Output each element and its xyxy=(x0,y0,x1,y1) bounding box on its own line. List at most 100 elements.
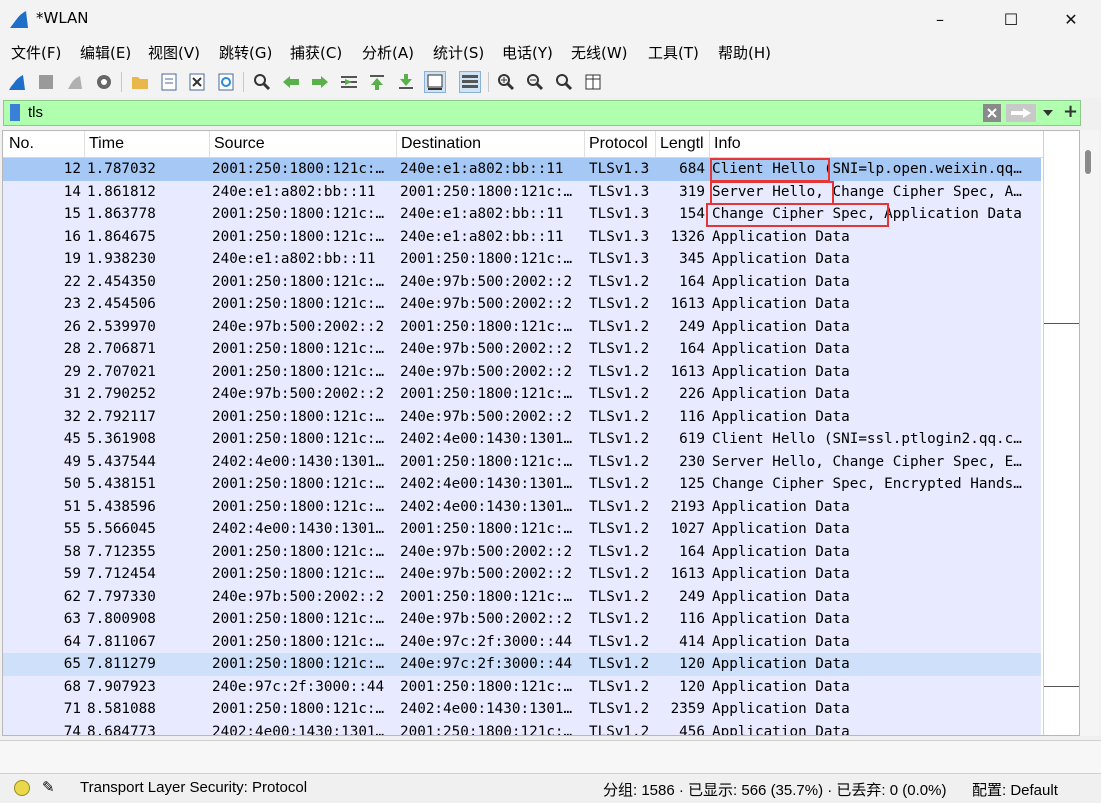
packet-cell-time: 1.863778 xyxy=(87,206,156,222)
bookmark-icon[interactable] xyxy=(10,104,20,121)
colorize-icon[interactable] xyxy=(459,71,481,93)
packet-cell-info: Client Hello (SNI=lp.open.weixin.qq… xyxy=(712,161,1022,177)
open-file-icon[interactable] xyxy=(129,71,151,93)
packet-row[interactable]: 19 1.938230 240e:e1:a802:bb::11 2001:250:18… xyxy=(3,248,1041,271)
packet-cell-info: Application Data xyxy=(712,251,850,267)
packet-row[interactable]: 28 2.706871 2001:250:1800:121c:… 240e:97b:5… xyxy=(3,338,1041,361)
restart-capture-icon[interactable] xyxy=(64,71,86,93)
stop-capture-icon[interactable] xyxy=(35,71,57,93)
reload-file-icon[interactable] xyxy=(215,71,237,93)
packet-cell-time: 2.792117 xyxy=(87,408,156,425)
packet-cell-info: Application Data xyxy=(712,228,850,245)
edit-comment-icon[interactable]: ✎ xyxy=(42,778,55,796)
packet-row[interactable]: 65 7.811279 2001:250:1800:121c:… 240e:97c:2… xyxy=(3,653,1041,676)
packet-cell-src: 2402:4e00:1430:1301… xyxy=(212,521,385,537)
packet-cell-no: 62 xyxy=(63,588,81,605)
menu-analyze[interactable]: 分析(A) xyxy=(362,42,414,63)
capture-options-icon[interactable] xyxy=(93,71,115,93)
packet-cell-dst: 2402:4e00:1430:1301… xyxy=(400,701,573,717)
packet-row[interactable]: 55 5.566045 2402:4e00:1430:1301… 2001:250:1… xyxy=(3,518,1041,541)
zoom-out-icon[interactable] xyxy=(524,71,546,93)
go-to-packet-icon[interactable] xyxy=(338,71,360,93)
shark-fin-start-icon[interactable] xyxy=(6,71,28,93)
display-filter-input[interactable]: tls xyxy=(28,104,43,121)
menu-capture[interactable]: 捕获(C) xyxy=(290,42,342,63)
packet-cell-src: 2402:4e00:1430:1301… xyxy=(212,453,385,470)
packet-row[interactable]: 62 7.797330 240e:97b:500:2002::2 2001:250:1… xyxy=(3,585,1041,608)
packet-row[interactable]: 23 2.454506 2001:250:1800:121c:… 240e:97b:5… xyxy=(3,293,1041,316)
packet-row[interactable]: 59 7.712454 2001:250:1800:121c:… 240e:97b:5… xyxy=(3,563,1041,586)
menu-wireless[interactable]: 无线(W) xyxy=(571,42,628,63)
column-header-no[interactable]: No. xyxy=(9,135,34,153)
packet-cell-no: 59 xyxy=(63,566,81,582)
go-back-icon[interactable] xyxy=(280,71,302,93)
packet-cell-src: 2001:250:1800:121c:… xyxy=(212,341,385,357)
packet-cell-time: 5.438151 xyxy=(87,476,156,492)
menu-view[interactable]: 视图(V) xyxy=(148,42,200,63)
packet-row[interactable]: 45 5.361908 2001:250:1800:121c:… 2402:4e00:… xyxy=(3,428,1041,451)
close-button[interactable]: ✕ xyxy=(1048,0,1094,38)
menu-telephony[interactable]: 电话(Y) xyxy=(502,42,553,63)
column-header-protocol[interactable]: Protocol xyxy=(589,135,648,153)
packet-row[interactable]: 74 8.684773 2402:4e00:1430:1301… 2001:250:1… xyxy=(3,720,1041,735)
packet-cell-no: 65 xyxy=(63,656,81,672)
packet-overview-bar[interactable] xyxy=(1043,131,1079,735)
add-filter-button-icon[interactable]: + xyxy=(1063,101,1078,122)
save-file-icon[interactable] xyxy=(158,71,180,93)
packet-row[interactable]: 26 2.539970 240e:97b:500:2002::2 2001:250:1… xyxy=(3,315,1041,338)
menu-edit[interactable]: 编辑(E) xyxy=(80,42,131,63)
packet-cell-proto: TLSv1.2 xyxy=(589,633,650,650)
packet-row[interactable]: 32 2.792117 2001:250:1800:121c:… 240e:97b:5… xyxy=(3,405,1041,428)
packet-row[interactable]: 49 5.437544 2402:4e00:1430:1301… 2001:250:1… xyxy=(3,450,1041,473)
packet-cell-dst: 240e:97b:500:2002::2 xyxy=(400,273,573,290)
packet-row[interactable]: 29 2.707021 2001:250:1800:121c:… 240e:97b:5… xyxy=(3,360,1041,383)
filter-dropdown-icon[interactable] xyxy=(1040,104,1056,122)
close-file-icon[interactable] xyxy=(186,71,208,93)
status-profile[interactable]: 配置: Default xyxy=(972,779,1058,800)
resize-columns-icon[interactable] xyxy=(582,71,604,93)
column-header-info[interactable]: Info xyxy=(714,135,741,153)
packet-detail-pane[interactable] xyxy=(0,740,1101,773)
packet-cell-src: 2001:250:1800:121c:… xyxy=(212,498,385,515)
apply-filter-icon[interactable] xyxy=(1006,104,1036,122)
packet-row[interactable]: 16 1.864675 2001:250:1800:121c:… 240e:e1:a8… xyxy=(3,225,1041,248)
menu-help[interactable]: 帮助(H) xyxy=(718,42,771,63)
close-icon: ✕ xyxy=(1064,9,1078,29)
maximize-button[interactable]: ☐ xyxy=(988,0,1034,38)
column-header-length[interactable]: Lengtl xyxy=(660,135,704,153)
scrollbar-thumb[interactable] xyxy=(1085,150,1091,174)
menu-file[interactable]: 文件(F) xyxy=(11,42,61,63)
zoom-in-icon[interactable] xyxy=(495,71,517,93)
expert-info-icon[interactable] xyxy=(14,780,30,796)
minimize-button[interactable]: – xyxy=(917,0,963,38)
normal-size-icon[interactable] xyxy=(553,71,575,93)
packet-row[interactable]: 58 7.712355 2001:250:1800:121c:… 240e:97b:5… xyxy=(3,540,1041,563)
packet-cell-no: 45 xyxy=(63,431,81,447)
packet-row[interactable]: 71 8.581088 2001:250:1800:121c:… 2402:4e00:… xyxy=(3,698,1041,721)
packet-row[interactable]: 51 5.438596 2001:250:1800:121c:… 2402:4e00:… xyxy=(3,495,1041,518)
clear-filter-icon[interactable] xyxy=(983,104,1001,122)
packet-row[interactable]: 50 5.438151 2001:250:1800:121c:… 2402:4e00:… xyxy=(3,473,1041,496)
column-header-destination[interactable]: Destination xyxy=(401,135,481,153)
menu-tools[interactable]: 工具(T) xyxy=(648,42,699,63)
packet-row[interactable]: 63 7.800908 2001:250:1800:121c:… 240e:97b:5… xyxy=(3,608,1041,631)
menu-go[interactable]: 跳转(G) xyxy=(219,42,272,63)
packet-row[interactable]: 15 1.863778 2001:250:1800:121c:… 240e:e1:a8… xyxy=(3,203,1041,226)
packet-row[interactable]: 31 2.790252 240e:97b:500:2002::2 2001:250:1… xyxy=(3,383,1041,406)
packet-row[interactable]: 12 1.787032 2001:250:1800:121c:… 240e:e1:a8… xyxy=(3,158,1041,181)
go-last-packet-icon[interactable] xyxy=(395,71,417,93)
packet-row[interactable]: 14 1.861812 240e:e1:a802:bb::11 2001:250:18… xyxy=(3,180,1041,203)
packet-cell-len: 120 xyxy=(679,656,705,672)
column-header-time[interactable]: Time xyxy=(89,135,124,153)
column-header-source[interactable]: Source xyxy=(214,135,265,153)
packet-row[interactable]: 22 2.454350 2001:250:1800:121c:… 240e:97b:5… xyxy=(3,270,1041,293)
packet-list-scrollbar[interactable] xyxy=(1080,130,1100,736)
go-first-packet-icon[interactable] xyxy=(366,71,388,93)
packet-row[interactable]: 68 7.907923 240e:97c:2f:3000::44 2001:250:1… xyxy=(3,675,1041,698)
display-filter-bar[interactable]: tls xyxy=(3,100,1081,126)
find-packet-icon[interactable] xyxy=(251,71,273,93)
auto-scroll-icon[interactable] xyxy=(424,71,446,93)
packet-row[interactable]: 64 7.811067 2001:250:1800:121c:… 240e:97c:2… xyxy=(3,630,1041,653)
go-forward-icon[interactable] xyxy=(309,71,331,93)
menu-statistics[interactable]: 统计(S) xyxy=(433,42,484,63)
